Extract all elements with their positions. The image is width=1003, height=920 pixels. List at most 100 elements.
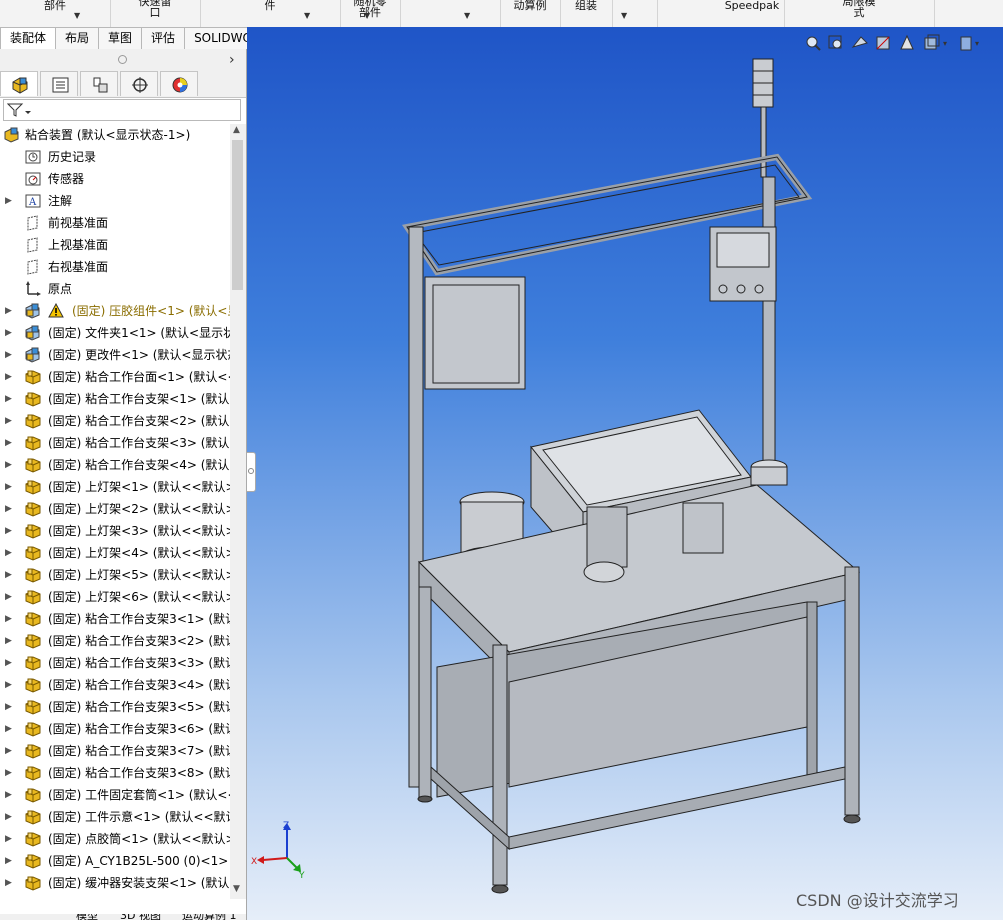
ribbon-command-9[interactable]: 局限模式 [784, 0, 935, 27]
chevron-right-icon[interactable]: ▶ [5, 762, 12, 784]
tree-item[interactable]: ▶ (固定) 粘合工作台支架3<5> (默认 [0, 696, 230, 718]
chevron-right-icon[interactable]: ▶ [5, 806, 12, 828]
fm-tab-configurationmanager[interactable] [80, 71, 118, 96]
tree-item[interactable]: ▶ (固定) 粘合工作台支架3<4> (默认 [0, 674, 230, 696]
chevron-down-icon[interactable]: ▼ [364, 10, 370, 21]
chevron-right-icon[interactable]: ▶ [5, 652, 12, 674]
tree-item[interactable]: 上视基准面 [0, 234, 230, 256]
tree-item[interactable]: ▶ (固定) 缓冲器安装支架<1> (默认< [0, 872, 230, 894]
tree-item[interactable]: ▶ (固定) 粘合工作台支架3<6> (默认 [0, 718, 230, 740]
ribbon-command-5[interactable]: 动算例 [500, 0, 561, 27]
tree-item[interactable]: 右视基准面 [0, 256, 230, 278]
chevron-right-icon[interactable]: › [229, 52, 235, 68]
tree-item[interactable]: ▶ (固定) 上灯架<3> (默认<<默认>_ [0, 520, 230, 542]
filter-icon[interactable] [7, 102, 33, 118]
chevron-right-icon[interactable]: ▶ [5, 696, 12, 718]
fm-tab-featuremanager[interactable] [0, 71, 38, 96]
tree-item[interactable]: ▶ (固定) 点胶筒<1> (默认<<默认>_ [0, 828, 230, 850]
tab-0[interactable]: 装配体 [0, 27, 57, 50]
chevron-right-icon[interactable]: ▶ [5, 322, 12, 344]
ribbon-command-0[interactable]: 部件 ▼ [0, 0, 111, 27]
tree-item[interactable]: ▶ (固定) 工件示意<1> (默认<<默认 [0, 806, 230, 828]
chevron-right-icon[interactable]: ▶ [5, 828, 12, 850]
tree-scrollbar[interactable]: ▲ ▼ [230, 124, 246, 899]
chevron-down-icon[interactable]: ▼ [621, 10, 627, 21]
chevron-right-icon[interactable]: ▶ [5, 674, 12, 696]
ribbon-command-6[interactable]: 组装 [560, 0, 613, 27]
tree-item[interactable]: 原点 [0, 278, 230, 300]
scroll-down-icon[interactable]: ▼ [233, 884, 240, 894]
tab-3[interactable]: 评估 [142, 27, 186, 50]
tree-item[interactable]: ▶ (固定) 粘合工作台支架<4> (默认< [0, 454, 230, 476]
chevron-right-icon[interactable]: ▶ [5, 520, 12, 542]
tree-item[interactable]: 前视基准面 [0, 212, 230, 234]
tree-item[interactable]: ▶ (固定) 粘合工作台支架3<8> (默认 [0, 762, 230, 784]
chevron-right-icon[interactable]: ▶ [5, 344, 12, 366]
graphics-viewport[interactable]: ▾ ▾ Z X Y CSDN @设计交流学习 [247, 27, 1003, 920]
chevron-right-icon[interactable]: ▶ [5, 476, 12, 498]
chevron-down-icon[interactable]: ▼ [304, 10, 310, 21]
chevron-right-icon[interactable]: ▶ [5, 718, 12, 740]
fm-tab-display-manager[interactable] [160, 71, 198, 96]
tree-item[interactable]: 传感器 [0, 168, 230, 190]
bottom-tab-0[interactable]: 模型 [76, 914, 98, 920]
tree-item[interactable]: 历史记录 [0, 146, 230, 168]
tree-item[interactable]: ▶ A 注解 [0, 190, 230, 212]
chevron-right-icon[interactable]: ▶ [5, 498, 12, 520]
chevron-right-icon[interactable]: ▶ [5, 454, 12, 476]
chevron-right-icon[interactable]: ▶ [5, 542, 12, 564]
chevron-down-icon[interactable]: ▼ [74, 10, 80, 21]
tree-item[interactable]: ▶ (固定) 粘合工作台支架<1> (默认< [0, 388, 230, 410]
ribbon-command-8[interactable]: Speedpak [720, 0, 785, 27]
tree-item[interactable]: ▶ (固定) 粘合工作台支架3<7> (默认 [0, 740, 230, 762]
chevron-right-icon[interactable]: ▶ [5, 564, 12, 586]
fm-tab-dimxpert[interactable] [120, 71, 158, 96]
tree-item[interactable]: ▶ (固定) 工件固定套筒<1> (默认<< [0, 784, 230, 806]
tree-item[interactable]: ▶ (固定) 粘合工作台支架<3> (默认< [0, 432, 230, 454]
pane-collapse-handle[interactable] [246, 452, 256, 492]
scroll-up-icon[interactable]: ▲ [233, 125, 240, 135]
chevron-right-icon[interactable]: ▶ [5, 388, 12, 410]
tree-item[interactable]: ▶ (固定) 上灯架<6> (默认<<默认>_ [0, 586, 230, 608]
ribbon-command-7[interactable]: ▼ [612, 0, 658, 27]
tree-item[interactable]: ▶ (固定) A_CY1B25L-500 (0)<1> ( [0, 850, 230, 872]
tree-item[interactable]: ▶ (固定) 文件夹1<1> (默认<显示状 [0, 322, 230, 344]
tree-item[interactable]: ▶ (固定) 更改件<1> (默认<显示状态 [0, 344, 230, 366]
tree-item[interactable]: ▶ (固定) 上灯架<1> (默认<<默认>_ [0, 476, 230, 498]
chevron-right-icon[interactable]: ▶ [5, 410, 12, 432]
scroll-thumb[interactable] [232, 140, 243, 290]
chevron-right-icon[interactable]: ▶ [5, 850, 12, 872]
chevron-down-icon[interactable]: ▼ [464, 10, 470, 21]
tree-item[interactable]: ▶ (固定) 粘合工作台支架3<3> (默认 [0, 652, 230, 674]
tab-1[interactable]: 布局 [56, 27, 100, 50]
tree-item[interactable]: ▶ (固定) 粘合工作台支架<2> (默认< [0, 410, 230, 432]
tree-item[interactable]: ▶ (固定) 上灯架<4> (默认<<默认>_ [0, 542, 230, 564]
chevron-right-icon[interactable]: ▶ [5, 586, 12, 608]
ribbon-command-3[interactable]: 随机零 部件 ▼ [340, 0, 401, 27]
chevron-right-icon[interactable]: ▶ [5, 190, 12, 212]
assembly-model[interactable] [247, 27, 1003, 920]
tree-item[interactable]: ▶ (固定) 粘合工作台支架3<1> (默认 [0, 608, 230, 630]
chevron-right-icon[interactable]: ▶ [5, 630, 12, 652]
ribbon-command-2[interactable]: 件 ▼ [200, 0, 341, 27]
fm-tab-propertymanager[interactable] [40, 71, 78, 96]
tree-item[interactable]: ▶ (固定) 上灯架<2> (默认<<默认>_ [0, 498, 230, 520]
chevron-right-icon[interactable]: ▶ [5, 608, 12, 630]
ribbon-command-1[interactable]: 快速留口 [110, 0, 201, 27]
tree-root[interactable]: 粘合装置 (默认<显示状态-1>) [0, 124, 230, 146]
chevron-right-icon[interactable]: ▶ [5, 366, 12, 388]
tab-2[interactable]: 草图 [99, 27, 143, 50]
bottom-tab-1[interactable]: 3D 视图 [120, 914, 161, 920]
chevron-right-icon[interactable]: ▶ [5, 740, 12, 762]
chevron-right-icon[interactable]: ▶ [5, 872, 12, 894]
tree-item[interactable]: ▶ (固定) 粘合工作台面<1> (默认<< [0, 366, 230, 388]
chevron-right-icon[interactable]: ▶ [5, 432, 12, 454]
chevron-right-icon[interactable]: ▶ [5, 784, 12, 806]
pane-grip[interactable] [0, 49, 246, 71]
tree-item[interactable]: ▶ (固定) 上灯架<5> (默认<<默认>_ [0, 564, 230, 586]
bottom-tab-2[interactable]: 运动算例 1 [182, 914, 237, 920]
ribbon-command-4[interactable]: ▼ [400, 0, 501, 27]
chevron-right-icon[interactable]: ▶ [5, 300, 12, 322]
tree-item[interactable]: ▶ (固定) 压胶组件<1> (默认<显 [0, 300, 230, 322]
tree-item[interactable]: ▶ (固定) 粘合工作台支架3<2> (默认 [0, 630, 230, 652]
